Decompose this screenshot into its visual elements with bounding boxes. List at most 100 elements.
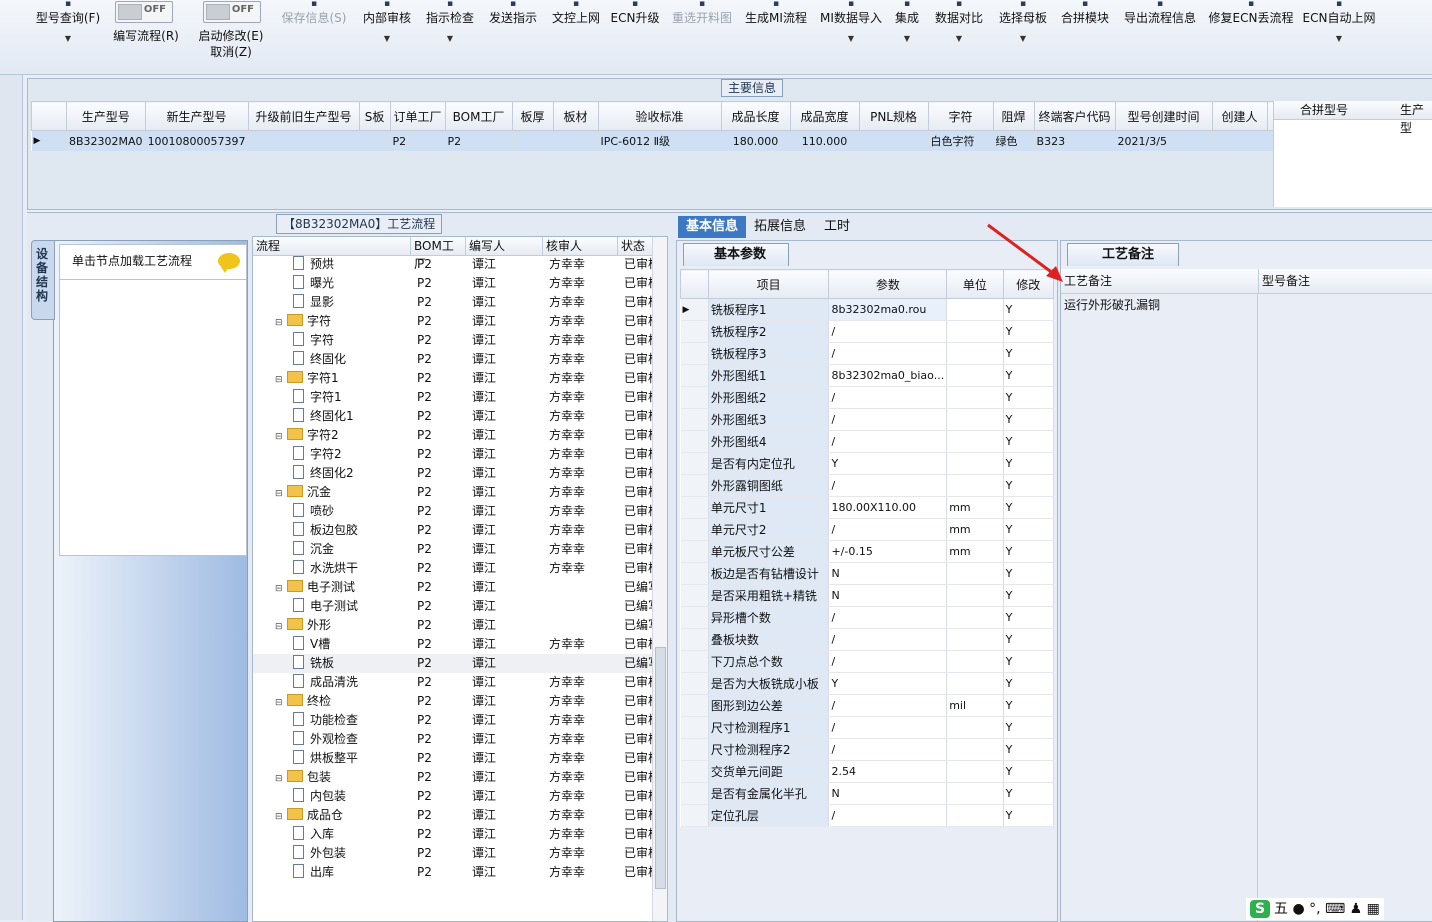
param-cell-unit[interactable] [946,804,1004,827]
param-cell-mod[interactable]: Y [1003,452,1055,475]
tree-node[interactable]: 电子测试 [293,597,411,616]
param-cell-param[interactable]: Y [828,452,948,475]
param-cell-param[interactable]: / [828,430,948,453]
column-header[interactable]: 新生产型号 [144,101,249,131]
tree-row[interactable]: 终固化1 P2 谭江 方幸幸 已审核 [253,407,653,426]
detail-tab[interactable]: 基本信息 [678,216,747,238]
param-cell-unit[interactable] [946,430,1004,453]
param-row[interactable]: 图形到边公差 / mil Y [680,694,1055,717]
scroll-thumb[interactable] [655,647,666,889]
basic-params-tab[interactable]: 基本参数 [683,243,790,266]
process-remark-tab[interactable]: 工艺备注 [1067,243,1180,266]
table-cell[interactable]: 绿色 [993,130,1035,151]
column-header[interactable]: 成品宽度 [789,101,860,131]
tree-node[interactable]: 预烘 [293,255,411,274]
param-cell-item[interactable]: 板边是否有钻槽设计 [708,562,830,585]
param-cell-item[interactable]: 单元尺寸2 [708,518,830,541]
collapse-icon[interactable]: ⊟ [275,580,283,597]
param-cell-mod[interactable]: Y [1003,584,1055,607]
param-row[interactable]: 铣板程序3/ Y [680,342,1055,365]
tree-node[interactable]: ⊟ 外形 [275,616,411,635]
collapse-icon[interactable]: ⊟ [275,618,283,635]
tree-node[interactable]: ⊟ 包装 [275,768,411,787]
process-column-header[interactable]: 流程 [253,237,411,255]
column-header[interactable]: 阻焊 [992,101,1035,131]
param-row[interactable]: 外形图纸2/ Y [680,386,1055,409]
param-cell-mod[interactable]: Y [1003,694,1055,717]
column-header[interactable]: BOM工厂 [444,101,513,131]
basic-params-grid[interactable]: 项目 参数 单位 修改 ▶ 铣板程序1 8b32302ma0.rou Y 铣板程序2/Y 铣板程… [680,269,1055,827]
param-cell-mod[interactable]: Y [1003,804,1055,827]
tree-node[interactable]: 成品清洗 [293,673,411,692]
param-row[interactable]: 外形露铜图纸 / Y [680,474,1055,497]
param-cell-param[interactable]: / [828,738,948,761]
collapse-icon[interactable]: ⊟ [275,314,283,331]
column-header[interactable]: 字符 [927,101,994,131]
column-header[interactable]: 验收标准 [597,101,722,131]
toolbar-button[interactable]: ▪ 内部审核 ▼ [360,0,414,43]
param-cell-unit[interactable] [946,606,1004,629]
param-cell-mod[interactable]: Y [1003,716,1055,739]
param-cell-unit[interactable] [946,452,1004,475]
column-header[interactable]: 型号创建时间 [1114,101,1213,131]
tree-row[interactable]: 字符 P2 谭江 方幸幸 已审核 [253,331,653,350]
tree-row[interactable]: 出库 P2 谭江 方幸幸 已审核 [253,863,653,882]
dropdown-arrow-icon[interactable]: ▼ [360,34,414,43]
param-cell-unit[interactable]: mm [946,496,1004,519]
tree-row[interactable]: ⊟ 包装 P2 谭江 方幸幸 已审核 [253,768,653,787]
toolbar-button[interactable]: ▪ 型号查询(F) ▼ [32,0,104,43]
param-row[interactable]: 定位孔层 / Y [680,804,1055,827]
tree-row[interactable]: 显影 P2 谭江 方幸幸 已审核 [253,293,653,312]
param-cell-mod[interactable]: Y [1003,562,1055,585]
param-cell-unit[interactable] [946,386,1004,409]
param-column-header[interactable]: 项目 [707,269,830,299]
param-cell-mod[interactable]: Y [1003,782,1055,805]
column-header[interactable]: 板厚 [511,101,554,131]
tree-node[interactable]: 水洗烘干 [293,559,411,578]
param-cell-item[interactable]: 铣板程序1 [708,298,830,321]
tree-row[interactable]: 外观检查 P2 谭江 方幸幸 已审核 [253,730,653,749]
param-cell-unit[interactable] [946,672,1004,695]
param-cell-param[interactable]: N [828,562,948,585]
param-cell-item[interactable]: 外形图纸2 [708,386,830,409]
param-cell-item[interactable]: 是否为大板铣成小板 [708,672,830,695]
tree-row[interactable]: 铣板 P2 谭江 已编写 [253,654,653,673]
param-row[interactable]: 单元尺寸1 180.00X110.00 mm Y [680,496,1055,519]
table-cell[interactable]: 180.000 [721,130,791,151]
column-header[interactable]: 板材 [552,101,599,131]
param-cell-param[interactable]: +/-0.15 [828,540,948,563]
dropdown-arrow-icon[interactable]: ▼ [890,34,924,43]
dropdown-arrow-icon[interactable]: ▼ [932,34,986,43]
process-column-header[interactable]: BOM工厂 [411,237,466,271]
param-cell-mod[interactable]: Y [1003,628,1055,651]
param-cell-param[interactable]: 8b32302ma0_biao... [828,364,948,387]
param-cell-item[interactable]: 叠板块数 [708,628,830,651]
tree-row[interactable]: 喷砂 P2 谭江 方幸幸 已审核 [253,502,653,521]
param-cell-param[interactable]: / [828,606,948,629]
param-cell-unit[interactable]: mm [946,518,1004,541]
process-tree-grid[interactable]: 流程BOM工厂编写人核审人状态 预烘P2谭江方幸幸已审核曝光P2谭江方幸幸已审核… [252,236,668,922]
tree-row[interactable]: 字符1 P2 谭江 方幸幸 已审核 [253,388,653,407]
param-row[interactable]: 是否采用粗铣+精铣 N Y [680,584,1055,607]
param-cell-param[interactable]: / [828,386,948,409]
merge-column-header[interactable]: 生产型 [1400,101,1432,135]
table-cell[interactable] [553,130,599,151]
param-row[interactable]: 是否有金属化半孔 N Y [680,782,1055,805]
param-cell-unit[interactable] [946,408,1004,431]
dropdown-arrow-icon[interactable]: ▼ [424,34,476,43]
column-header[interactable]: 终端客户代码 [1033,101,1116,131]
tree-node[interactable]: 终固化2 [293,464,411,483]
tree-row[interactable]: 曝光 P2 谭江 方幸幸 已审核 [253,274,653,293]
param-row[interactable]: 异形槽个数 / Y [680,606,1055,629]
tree-row[interactable]: 预烘 P2 谭江 方幸幸 已审核 [253,255,653,274]
dropdown-arrow-icon[interactable]: ▼ [995,34,1051,43]
param-cell-mod[interactable]: Y [1003,760,1055,783]
toolbar-button[interactable]: ▪ 生成MI流程 [743,0,809,26]
param-cell-item[interactable]: 外形图纸3 [708,408,830,431]
param-cell-item[interactable]: 异形槽个数 [708,606,830,629]
param-row[interactable]: 交货单元间距 2.54 Y [680,760,1055,783]
tree-row[interactable]: 终固化 P2 谭江 方幸幸 已审核 [253,350,653,369]
dropdown-arrow-icon[interactable]: ▼ [1302,34,1376,43]
table-cell[interactable] [359,130,391,151]
enable-edit-toggle[interactable]: OFF [203,1,261,23]
